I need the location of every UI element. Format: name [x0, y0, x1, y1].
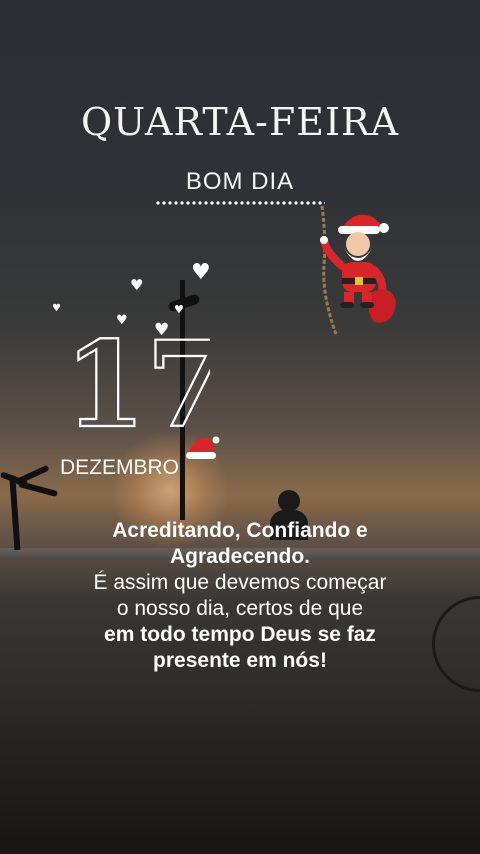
- silhouette-head: [278, 490, 300, 512]
- heart-icon: ♥: [191, 260, 211, 285]
- santa-claus-icon: [320, 205, 396, 335]
- message-line: em todo tempo Deus se faz: [104, 623, 376, 646]
- palm-leaf: [17, 480, 59, 498]
- message-line: Acreditando, Confiando e: [112, 519, 368, 542]
- message-line: É assim que devemos começar: [93, 571, 387, 594]
- story-canvas: QUARTA-FEIRA BOM DIA ♥ ♥ ♥ ♥ ♥ ♥ 17 DEZE…: [0, 0, 480, 854]
- day-number-text: 17: [64, 320, 210, 440]
- month-label: DEZEMBRO: [60, 456, 180, 479]
- day-number: 17: [60, 314, 229, 455]
- heart-icon: ♥: [52, 303, 61, 314]
- dotted-divider: [155, 201, 325, 205]
- message-line: o nosso dia, certos de que: [116, 597, 364, 620]
- message-text: Acreditando, Confiando e Agradecendo. É …: [30, 518, 450, 674]
- greeting-subtitle: BOM DIA: [185, 168, 295, 195]
- santa-hat-icon: [186, 436, 220, 459]
- heart-icon: ♥: [174, 303, 184, 316]
- day-number-outline: 17: [63, 314, 229, 455]
- palm-tree: [9, 479, 21, 551]
- ground-shadow: [0, 700, 480, 854]
- heart-icon: ♥: [130, 276, 144, 294]
- message-line: presente em nós!: [153, 649, 327, 672]
- message-line: Agradecendo.: [169, 545, 311, 568]
- weekday-title: QUARTA-FEIRA: [80, 100, 400, 144]
